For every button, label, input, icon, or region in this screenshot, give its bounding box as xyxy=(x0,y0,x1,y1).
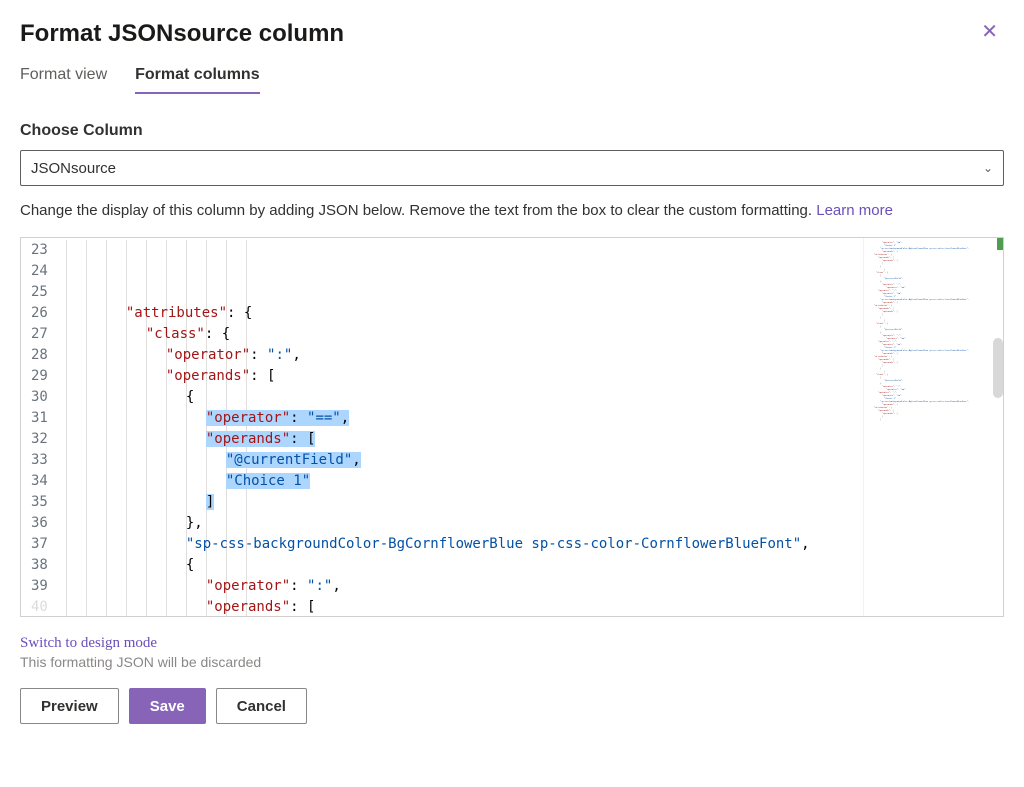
tab-format-columns[interactable]: Format columns xyxy=(135,66,259,94)
code-line[interactable]: ] xyxy=(66,492,863,513)
code-line[interactable]: "operands": [ xyxy=(66,366,863,387)
button-row: Preview Save Cancel xyxy=(20,688,1004,724)
editor-gutter: 232425262728293031323334353637383940 xyxy=(21,238,66,616)
editor-code-area[interactable]: "attributes": {"class": {"operator": ":"… xyxy=(66,238,863,616)
save-button[interactable]: Save xyxy=(129,688,206,724)
code-line[interactable]: "@currentField", xyxy=(66,450,863,471)
code-line[interactable]: "attributes": { xyxy=(66,303,863,324)
switch-design-mode-link[interactable]: Switch to design mode xyxy=(20,635,1004,652)
code-line[interactable]: "operands": [ xyxy=(66,597,863,616)
page-title: Format JSONsource column xyxy=(20,20,344,48)
code-line[interactable]: "operator": ":", xyxy=(66,576,863,597)
preview-button[interactable]: Preview xyxy=(20,688,119,724)
chevron-down-icon: ⌄ xyxy=(983,161,993,175)
code-line[interactable]: "operator": "==", xyxy=(66,408,863,429)
switch-design-mode-hint: This formatting JSON will be discarded xyxy=(20,654,1004,670)
choose-column-label: Choose Column xyxy=(20,122,1004,140)
description-text: Change the display of this column by add… xyxy=(20,200,1004,221)
code-line[interactable]: "sp-css-backgroundColor-BgCornflowerBlue… xyxy=(66,534,863,555)
code-line[interactable]: { xyxy=(66,555,863,576)
code-line[interactable]: "operands": [ xyxy=(66,429,863,450)
code-line[interactable]: }, xyxy=(66,513,863,534)
code-line[interactable]: "operator": ":", xyxy=(66,345,863,366)
code-line[interactable]: "Choice 1" xyxy=(66,471,863,492)
learn-more-link[interactable]: Learn more xyxy=(816,202,893,219)
scrollbar-thumb[interactable] xyxy=(993,338,1003,398)
dropdown-value: JSONsource xyxy=(31,160,116,177)
editor-minimap[interactable]: "operator": "==","Choice 1""sp-css-backg… xyxy=(863,238,1003,616)
close-icon: ✕ xyxy=(981,21,998,43)
column-dropdown[interactable]: JSONsource ⌄ xyxy=(20,150,1004,186)
tab-format-view[interactable]: Format view xyxy=(20,66,107,94)
json-editor[interactable]: 232425262728293031323334353637383940 "at… xyxy=(20,237,1004,617)
tab-bar: Format view Format columns xyxy=(20,66,1004,94)
code-line[interactable]: { xyxy=(66,387,863,408)
code-line[interactable]: "class": { xyxy=(66,324,863,345)
scrollbar-track[interactable] xyxy=(989,238,1003,616)
close-button[interactable]: ✕ xyxy=(975,20,1004,44)
cancel-button[interactable]: Cancel xyxy=(216,688,307,724)
